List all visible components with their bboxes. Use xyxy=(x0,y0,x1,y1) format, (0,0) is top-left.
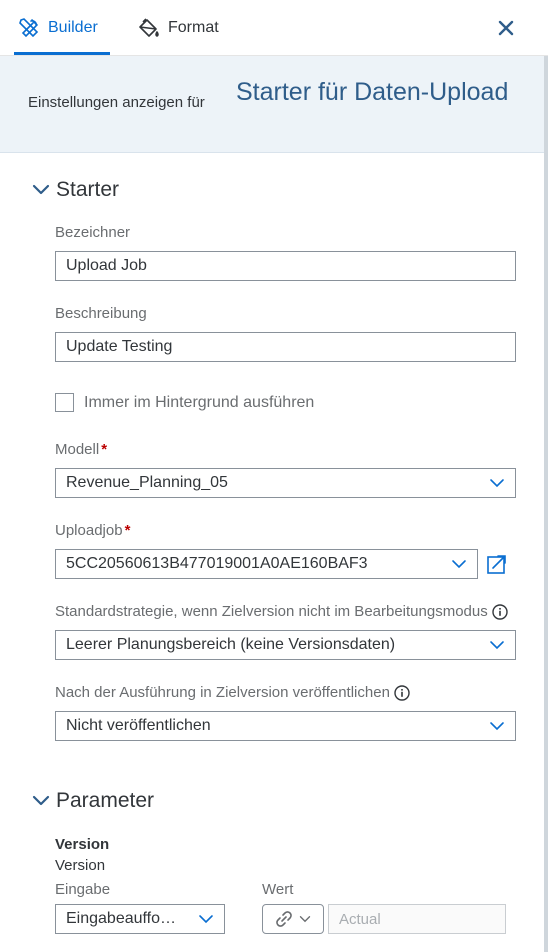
strategie-select[interactable]: Leerer Planungsbereich (keine Versionsda… xyxy=(55,630,516,660)
tab-format-label: Format xyxy=(168,19,219,36)
uploadjob-label: Uploadjob * xyxy=(55,522,130,539)
chevron-down-icon xyxy=(490,641,504,650)
chevron-down-icon xyxy=(452,560,466,569)
strategie-label: Standardstrategie, wenn Zielversion nich… xyxy=(55,603,508,620)
close-icon xyxy=(498,20,514,36)
tools-icon xyxy=(18,17,40,39)
publish-label-text: Nach der Ausführung in Zielversion veröf… xyxy=(55,684,390,701)
modell-value: Revenue_Planning_05 xyxy=(66,474,228,491)
required-marker: * xyxy=(101,441,108,458)
eingabe-select[interactable]: Eingabeauffo… xyxy=(55,904,225,934)
uploadjob-value: 5CC20560613B477019001A0AE160BAF3 xyxy=(66,555,368,572)
close-button[interactable] xyxy=(496,16,516,40)
background-checkbox[interactable] xyxy=(55,393,74,412)
chevron-down-icon xyxy=(299,916,311,923)
background-checkbox-label: Immer im Hintergrund ausführen xyxy=(84,393,315,411)
chevron-down-icon xyxy=(490,722,504,731)
modell-select[interactable]: Revenue_Planning_05 xyxy=(55,468,516,498)
modell-label-text: Modell xyxy=(55,441,100,458)
parameter-version-title: Version xyxy=(55,836,110,853)
chevron-down-icon xyxy=(32,795,50,806)
link-icon xyxy=(276,911,292,927)
section-parameter-title: Parameter xyxy=(56,789,155,812)
open-in-new-icon xyxy=(487,555,506,574)
section-starter-toggle[interactable]: Starter xyxy=(32,178,119,202)
paint-bucket-icon xyxy=(138,17,160,39)
strategie-label-text: Standardstrategie, wenn Zielversion nich… xyxy=(55,603,488,620)
eingabe-label: Eingabe xyxy=(55,881,111,898)
beschreibung-input[interactable] xyxy=(55,332,516,362)
open-uploadjob-button[interactable] xyxy=(486,553,508,575)
scrollbar-track[interactable] xyxy=(544,56,548,952)
parameter-version-sub: Version xyxy=(55,857,106,874)
active-tab-indicator xyxy=(14,52,110,55)
eingabe-value: Eingabeauffo… xyxy=(66,910,177,927)
required-marker: * xyxy=(124,522,131,539)
chevron-down-icon xyxy=(199,915,213,924)
chevron-down-icon xyxy=(32,184,50,195)
beschreibung-label: Beschreibung xyxy=(55,305,147,322)
section-starter-title: Starter xyxy=(56,178,120,201)
tab-builder[interactable]: Builder xyxy=(18,0,98,56)
strategie-value: Leerer Planungsbereich (keine Versionsda… xyxy=(66,636,396,653)
background-checkbox-row[interactable]: Immer im Hintergrund ausführen xyxy=(55,393,314,412)
uploadjob-select[interactable]: 5CC20560613B477019001A0AE160BAF3 xyxy=(55,549,478,579)
link-value-button[interactable] xyxy=(262,904,324,934)
tab-format[interactable]: Format xyxy=(138,0,219,56)
section-parameter-toggle[interactable]: Parameter xyxy=(32,789,154,813)
publish-select[interactable]: Nicht veröffentlichen xyxy=(55,711,516,741)
chevron-down-icon xyxy=(490,479,504,488)
info-icon[interactable] xyxy=(492,604,508,620)
info-icon[interactable] xyxy=(394,685,410,701)
tab-builder-label: Builder xyxy=(48,19,98,36)
settings-header: Einstellungen anzeigen für Starter für D… xyxy=(0,56,548,153)
wert-input xyxy=(328,904,506,934)
tab-bar: Builder Format xyxy=(0,0,548,56)
bezeichner-input[interactable] xyxy=(55,251,516,281)
header-label: Einstellungen anzeigen für xyxy=(28,94,205,111)
wert-label: Wert xyxy=(262,881,294,898)
bezeichner-label: Bezeichner xyxy=(55,224,131,241)
modell-label: Modell * xyxy=(55,441,107,458)
header-title: Starter für Daten-Upload xyxy=(236,78,509,106)
publish-label: Nach der Ausführung in Zielversion veröf… xyxy=(55,684,410,701)
publish-value: Nicht veröffentlichen xyxy=(66,717,211,734)
uploadjob-label-text: Uploadjob xyxy=(55,522,123,539)
